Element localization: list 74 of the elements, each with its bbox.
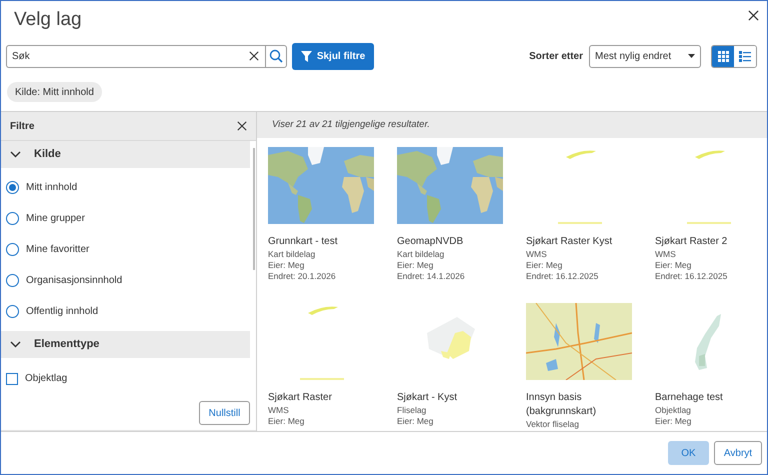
cancel-button[interactable]: Avbryt bbox=[714, 441, 762, 465]
section-title: Elementtype bbox=[34, 337, 100, 352]
card-title: GeomapNVDB bbox=[397, 235, 464, 249]
layer-card[interactable]: Sjøkart - Kyst Fliselag Eier: Meg bbox=[397, 303, 509, 431]
radio-button[interactable] bbox=[6, 305, 19, 318]
radio-button[interactable] bbox=[6, 212, 19, 225]
layer-card[interactable]: GeomapNVDB Kart bildelag Eier: Meg Endret: 14.1.2026 bbox=[397, 147, 509, 303]
close-icon[interactable] bbox=[249, 51, 259, 61]
filter-chip[interactable]: Kilde: Mitt innhold bbox=[7, 82, 102, 102]
chevron-icon bbox=[10, 151, 21, 158]
card-detail: WMS bbox=[655, 249, 677, 260]
search-icon[interactable] bbox=[265, 44, 287, 68]
card-detail: WMS bbox=[526, 249, 548, 260]
layer-card[interactable]: Innsyn basis (bakgrunnskart) Vektor fliselag bbox=[526, 303, 638, 431]
card-detail: Eier: Meg bbox=[397, 416, 434, 427]
layer-card[interactable]: Sjøkart Raster 2 WMS Eier: Meg Endret: 16.12.2025 bbox=[655, 147, 767, 303]
card-detail: Endret: 16.12.2025 bbox=[526, 271, 600, 282]
section-header[interactable]: Kilde bbox=[1, 141, 250, 168]
card-detail: Endret: 16.12.2025 bbox=[655, 271, 728, 282]
option-label: Mine grupper bbox=[26, 212, 85, 226]
sort-dropdown[interactable]: Mest nylig endret bbox=[589, 44, 701, 68]
scrollbar[interactable] bbox=[253, 148, 255, 270]
card-detail: Eier: Meg bbox=[526, 260, 564, 271]
card-title: Barnehage test bbox=[655, 391, 724, 405]
card-title: Sjøkart - Kyst bbox=[397, 391, 458, 405]
grid-icon bbox=[718, 50, 728, 62]
card-detail: Kart bildelag bbox=[397, 249, 446, 260]
search-field[interactable]: Søk bbox=[6, 44, 243, 68]
card-detail: Fliselag bbox=[397, 405, 428, 416]
layer-card[interactable]: Grunnkart - test Kart bildelag Eier: Meg Endret: 20.1.2026 bbox=[268, 147, 380, 303]
results-count: Viser 21 av 21 tilgjengelige resultater. bbox=[272, 118, 430, 132]
card-title: Sjøkart Raster 2 bbox=[655, 235, 728, 249]
list-icon bbox=[739, 50, 751, 62]
option-label: Offentlig innhold bbox=[26, 305, 98, 319]
option-label: Mine favoritter bbox=[26, 243, 90, 257]
layer-card[interactable]: Sjøkart Raster Kyst WMS Eier: Meg Endret: 16.12.2025 bbox=[526, 147, 638, 303]
sort-label: Sorter etter bbox=[529, 50, 583, 64]
card-detail: Kart bildelag bbox=[268, 249, 316, 260]
section-header[interactable]: Elementtype bbox=[1, 331, 250, 358]
radio-button[interactable] bbox=[6, 274, 19, 287]
radio-button[interactable] bbox=[6, 243, 19, 256]
option-label: Mitt innhold bbox=[26, 181, 78, 195]
layer-card[interactable]: Barnehage test Objektlag Eier: Meg bbox=[655, 303, 767, 431]
card-detail: WMS bbox=[268, 405, 290, 416]
clear-button[interactable] bbox=[243, 44, 265, 68]
card-detail: Objektlag bbox=[655, 405, 692, 416]
card-detail: Endret: 14.1.2026 bbox=[397, 271, 466, 282]
dialog-title: Velg lag bbox=[14, 8, 82, 32]
card-title: Sjøkart Raster Kyst bbox=[526, 235, 614, 249]
option-label: Objektlag bbox=[25, 372, 68, 386]
card-detail: Eier: Meg bbox=[655, 260, 692, 271]
caret-icon bbox=[688, 54, 695, 58]
close-icon[interactable] bbox=[237, 121, 247, 131]
card-detail: Vektor fliselag bbox=[526, 419, 580, 430]
card-detail: Eier: Meg bbox=[397, 260, 434, 271]
card-detail: Eier: Meg bbox=[655, 416, 692, 427]
checkbox[interactable] bbox=[6, 372, 18, 384]
card-title: Grunnkart - test bbox=[268, 235, 338, 249]
chevron-icon bbox=[10, 341, 21, 348]
card-detail: Endret: 20.1.2026 bbox=[268, 271, 337, 282]
card-detail: Eier: Meg bbox=[268, 260, 306, 271]
section-title: Kilde bbox=[34, 147, 61, 162]
close-icon[interactable] bbox=[748, 10, 759, 21]
card-title: Sjøkart Raster bbox=[268, 391, 333, 405]
funnel-icon bbox=[300, 50, 312, 62]
card-detail: Eier: Meg bbox=[268, 416, 306, 427]
layer-card[interactable]: Sjøkart Raster WMS Eier: Meg bbox=[268, 303, 380, 431]
hide-filters-button[interactable]: Skjul filtre bbox=[292, 42, 374, 70]
option-label: Organisasjonsinnhold bbox=[26, 274, 122, 288]
grid-view-button[interactable] bbox=[712, 46, 734, 66]
reset-button[interactable]: Nullstill bbox=[199, 401, 250, 425]
card-title: Innsyn basis (bakgrunnskart) bbox=[526, 391, 598, 419]
filters-title: Filtre bbox=[10, 120, 34, 134]
radio-button[interactable] bbox=[6, 181, 19, 194]
